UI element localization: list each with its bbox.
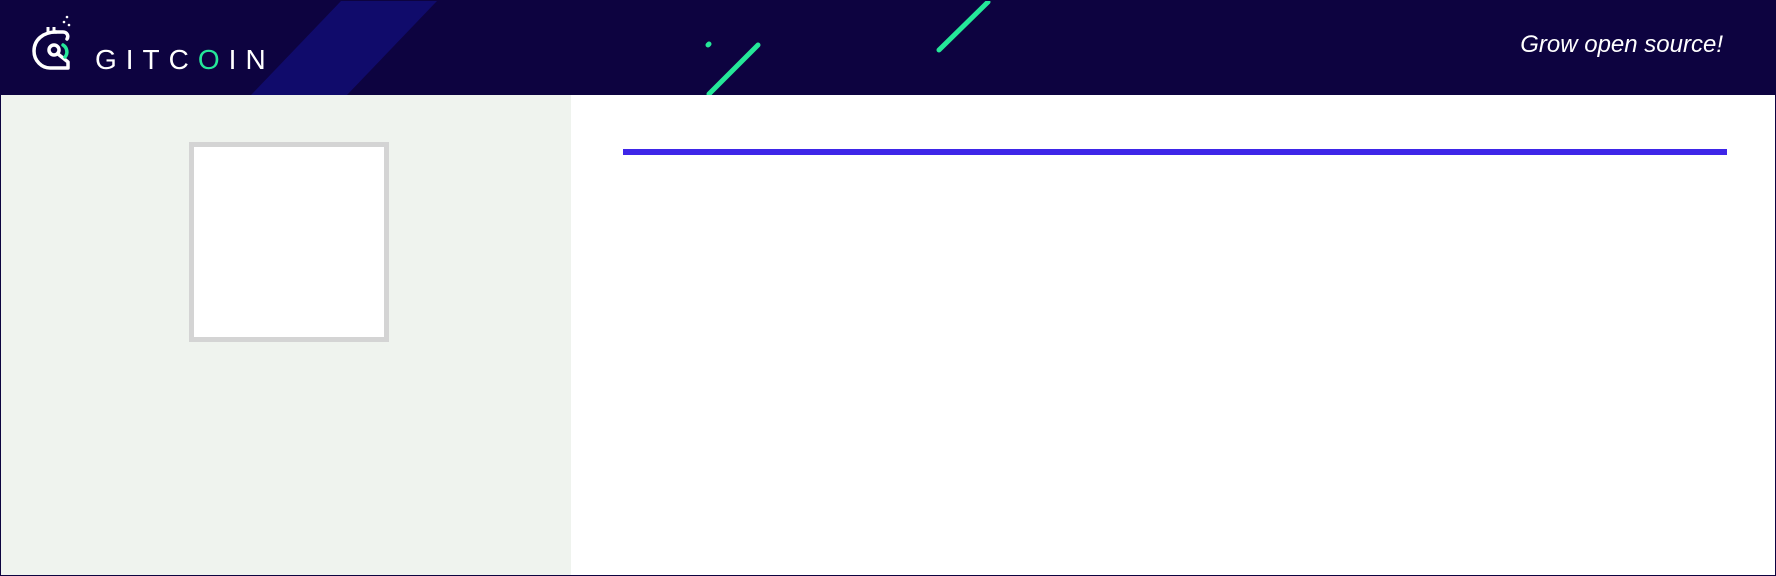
brand-logo[interactable]: GITC O IN [31, 15, 266, 75]
accent-divider [623, 149, 1727, 155]
main-content [571, 95, 1775, 575]
profile-sidebar [1, 95, 571, 575]
avatar-placeholder [189, 142, 389, 342]
green-slash-left-body [706, 42, 761, 95]
brand-wordmark: GITC O IN [95, 44, 275, 76]
tagline: Grow open source! [1520, 31, 1723, 58]
header-accent-stripe [251, 1, 437, 95]
brand-name-suffix: IN [228, 44, 275, 75]
brand-name-accent-letter: O [197, 44, 229, 75]
green-slash-right [936, 1, 991, 53]
header-bar: GITC O IN Grow open source! [1, 1, 1775, 95]
gitcoin-robot-logo-icon [32, 15, 71, 70]
brand-name-prefix: GITC [95, 44, 198, 75]
green-slash-left [705, 41, 712, 48]
gitcoin-card: GITC O IN Grow open source! [0, 0, 1776, 576]
